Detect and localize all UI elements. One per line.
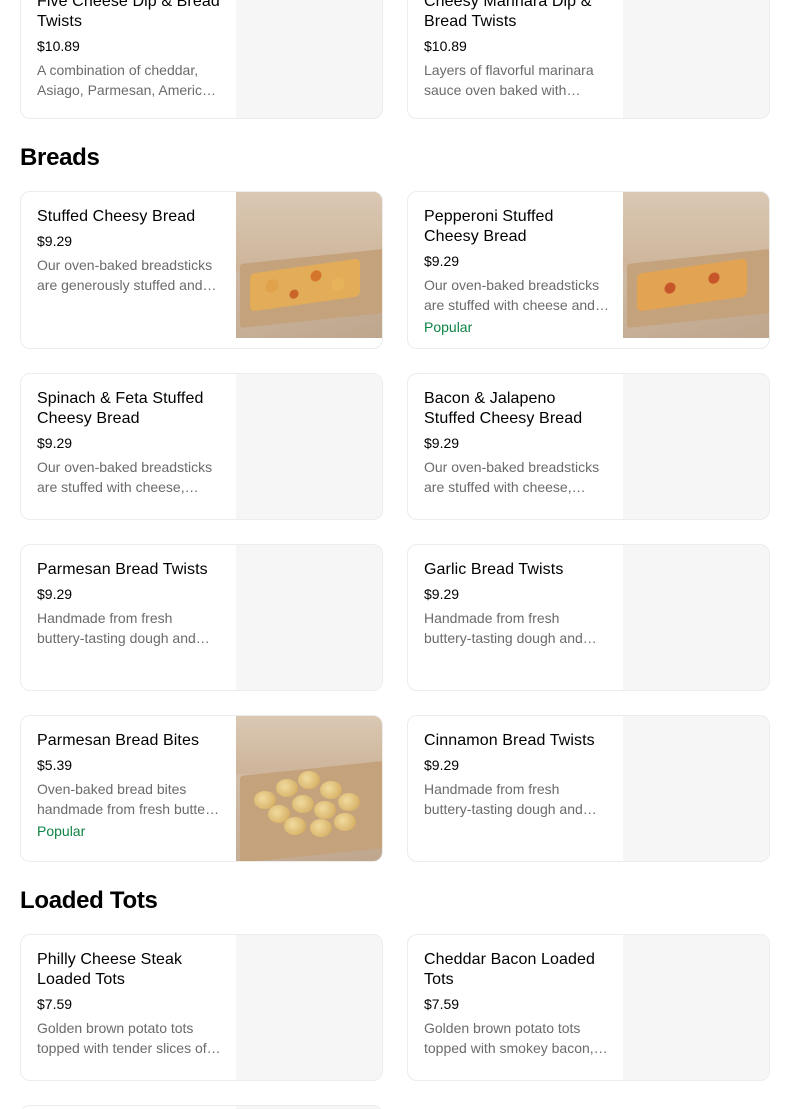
menu-item-card[interactable]: Garlic Bread Twists $9.29 Handmade from … xyxy=(407,544,770,691)
cheesy-bread-photo xyxy=(236,192,382,338)
popular-badge: Popular xyxy=(37,823,86,839)
item-image xyxy=(236,716,382,861)
pepperoni-bread-photo xyxy=(623,192,769,338)
item-image xyxy=(623,192,769,338)
item-description: Our oven-baked breadsticks are generousl… xyxy=(37,257,213,293)
item-name: Cheddar Bacon Loaded Tots xyxy=(424,951,596,988)
item-description: A combination of cheddar, Asiago, Parmes… xyxy=(37,62,222,98)
menu-item-card[interactable]: Parmesan Bread Bites $5.39 Oven-baked br… xyxy=(20,715,383,862)
menu-item-card[interactable]: Cheesy Marinara Dip & Bread Twists $10.8… xyxy=(407,0,770,119)
item-image-placeholder xyxy=(623,545,769,690)
item-name: Spinach & Feta Stuffed Cheesy Bread xyxy=(37,390,204,427)
item-name: Cheesy Marinara Dip & Bread Twists xyxy=(424,0,592,30)
item-image-placeholder xyxy=(236,935,382,1080)
item-price: $9.29 xyxy=(424,586,460,602)
item-name: Bacon & Jalapeno Stuffed Cheesy Bread xyxy=(424,390,583,427)
menu-item-card[interactable]: Philly Cheese Steak Loaded Tots $7.59 Go… xyxy=(20,934,383,1081)
section-title-breads: Breads xyxy=(20,144,100,171)
bread-bites-photo xyxy=(236,716,382,861)
item-image-placeholder xyxy=(236,374,382,519)
item-image-placeholder xyxy=(236,0,382,118)
menu-item-card[interactable]: Five Cheese Dip & Bread Twists $10.89 A … xyxy=(20,0,383,119)
item-price: $10.89 xyxy=(37,38,80,54)
menu-item-card[interactable]: Cheddar Bacon Loaded Tots $7.59 Golden b… xyxy=(407,934,770,1081)
item-price: $9.29 xyxy=(37,435,73,451)
item-name: Parmesan Bread Twists xyxy=(37,561,208,578)
item-image-placeholder xyxy=(236,545,382,690)
item-name: Pepperoni Stuffed Cheesy Bread xyxy=(424,208,554,245)
item-description: Layers of flavorful marinara sauce oven … xyxy=(424,62,594,98)
menu-item-card[interactable]: Parmesan Bread Twists $9.29 Handmade fro… xyxy=(20,544,383,691)
item-image xyxy=(236,192,382,338)
item-price: $9.29 xyxy=(424,435,460,451)
menu-item-card[interactable]: Bacon & Jalapeno Stuffed Cheesy Bread $9… xyxy=(407,373,770,520)
section-title-loaded-tots: Loaded Tots xyxy=(20,887,158,914)
item-name: Garlic Bread Twists xyxy=(424,561,564,578)
item-name: Philly Cheese Steak Loaded Tots xyxy=(37,951,183,988)
item-price: $7.59 xyxy=(424,996,460,1012)
item-description: Handmade from fresh buttery-tasting doug… xyxy=(37,610,196,646)
item-description: Our oven-baked breadsticks are stuffed w… xyxy=(424,459,600,495)
item-description: Our oven-baked breadsticks are stuffed w… xyxy=(424,277,600,313)
menu-item-card[interactable]: Pepperoni Stuffed Cheesy Bread $9.29 Our… xyxy=(407,191,770,349)
popular-badge: Popular xyxy=(424,319,473,335)
item-image-placeholder xyxy=(623,716,769,861)
item-description: Oven-baked bread bites handmade from fre… xyxy=(37,781,222,817)
item-price: $9.29 xyxy=(424,757,460,773)
item-price: $9.29 xyxy=(37,586,73,602)
item-description: Our oven-baked breadsticks are stuffed w… xyxy=(37,459,213,495)
item-name: Cinnamon Bread Twists xyxy=(424,732,595,749)
item-price: $9.29 xyxy=(37,233,73,249)
item-description: Golden brown potato tots topped with smo… xyxy=(424,1020,594,1056)
menu-item-card[interactable]: Spinach & Feta Stuffed Cheesy Bread $9.2… xyxy=(20,373,383,520)
item-name: Five Cheese Dip & Bread Twists xyxy=(37,0,220,30)
item-description: Handmade from fresh buttery-tasting doug… xyxy=(424,610,583,646)
item-price: $9.29 xyxy=(424,253,460,269)
menu-item-card[interactable] xyxy=(20,1105,383,1109)
item-name: Stuffed Cheesy Bread xyxy=(37,208,196,225)
menu-item-card[interactable]: Cinnamon Bread Twists $9.29 Handmade fro… xyxy=(407,715,770,862)
item-image-placeholder xyxy=(623,0,769,118)
item-description: Golden brown potato tots topped with ten… xyxy=(37,1020,207,1056)
menu-item-card[interactable]: Stuffed Cheesy Bread $9.29 Our oven-bake… xyxy=(20,191,383,349)
item-price: $10.89 xyxy=(424,38,467,54)
item-price: $5.39 xyxy=(37,757,73,773)
item-image-placeholder xyxy=(623,374,769,519)
item-name: Parmesan Bread Bites xyxy=(37,732,200,749)
item-price: $7.59 xyxy=(37,996,73,1012)
item-image-placeholder xyxy=(623,935,769,1080)
item-description: Handmade from fresh buttery-tasting doug… xyxy=(424,781,583,817)
